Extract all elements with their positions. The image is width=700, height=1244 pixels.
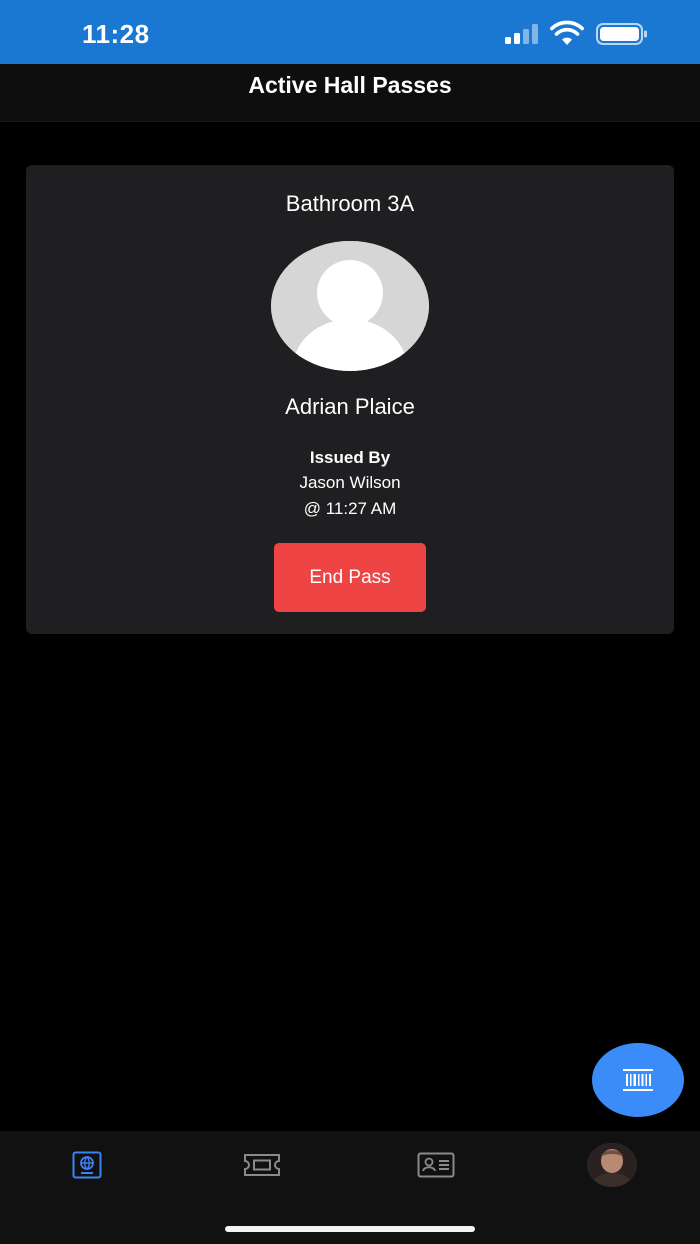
end-pass-button[interactable]: End Pass bbox=[274, 543, 426, 612]
scan-fab-button[interactable] bbox=[592, 1043, 684, 1117]
issued-by-label: Issued By bbox=[309, 448, 391, 467]
issuer-name: Jason Wilson bbox=[299, 473, 401, 492]
id-card-icon bbox=[417, 1152, 455, 1178]
person-placeholder-icon bbox=[271, 241, 429, 371]
student-avatar bbox=[271, 241, 429, 371]
battery-icon bbox=[596, 23, 647, 45]
issued-time: @ 11:27 AM bbox=[303, 499, 397, 518]
hall-pass-card: Bathroom 3A Adrian Plaice Issued By Jaso… bbox=[26, 165, 674, 634]
status-bar: 11:28 bbox=[0, 0, 700, 64]
tab-profile-avatar[interactable] bbox=[587, 1143, 637, 1187]
tab-tickets[interactable] bbox=[232, 1145, 292, 1185]
barcode-scan-icon bbox=[623, 1069, 653, 1091]
passport-icon bbox=[72, 1151, 102, 1179]
app-header: Active Hall Passes bbox=[0, 64, 700, 122]
pass-location: Bathroom 3A bbox=[285, 191, 415, 216]
status-time: 11:28 bbox=[82, 19, 150, 49]
tab-id-card[interactable] bbox=[406, 1145, 466, 1185]
ticket-icon bbox=[244, 1154, 280, 1176]
tab-passes[interactable] bbox=[57, 1145, 117, 1185]
page-title: Active Hall Passes bbox=[248, 72, 452, 98]
home-indicator bbox=[225, 1226, 475, 1232]
profile-photo bbox=[587, 1143, 637, 1187]
cellular-signal-icon bbox=[505, 24, 538, 44]
wifi-icon bbox=[550, 20, 584, 45]
tab-bar bbox=[0, 1131, 700, 1244]
student-name: Adrian Plaice bbox=[285, 394, 415, 419]
